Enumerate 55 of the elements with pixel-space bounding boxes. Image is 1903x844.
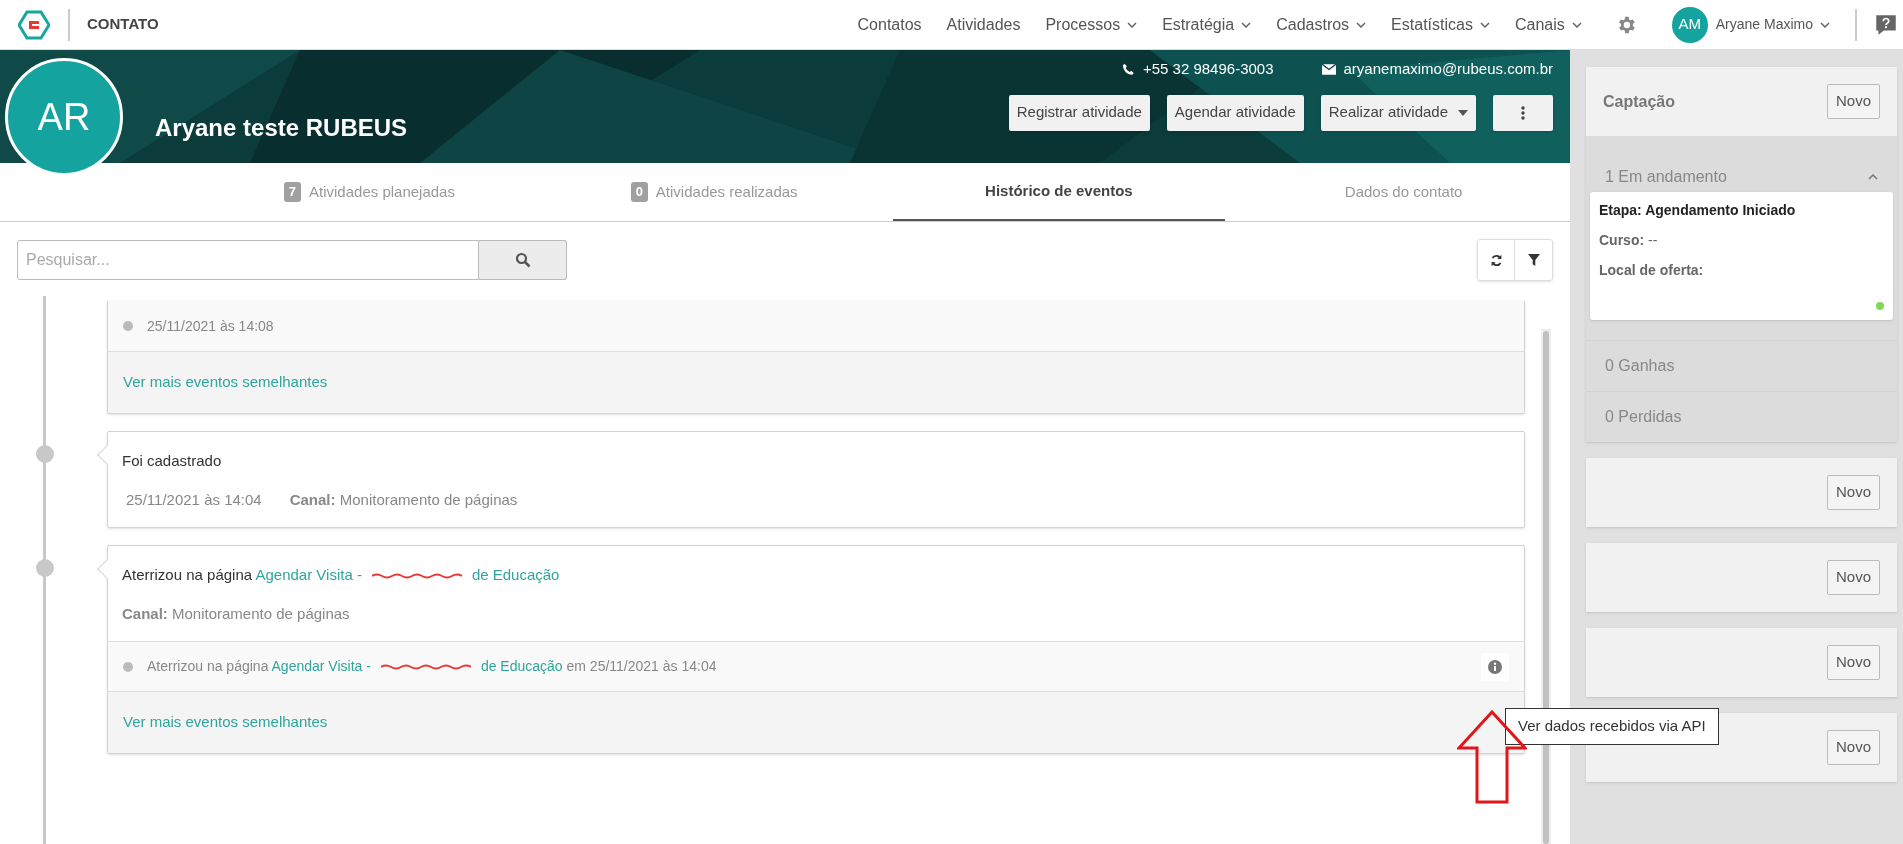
tab-label: Dados do contato <box>1344 181 1463 202</box>
logo-icon[interactable] <box>18 8 50 41</box>
nav-link[interactable]: Estratégia <box>1162 12 1252 37</box>
nav-link[interactable]: Cadastros <box>1276 12 1367 37</box>
pipeline-title: Captação <box>1603 91 1676 112</box>
caret-down-icon <box>1458 109 1468 116</box>
more-button[interactable] <box>1493 94 1553 131</box>
count-badge: 7 <box>283 182 301 202</box>
action-button[interactable]: Registrar atividade <box>1008 94 1150 131</box>
search-icon <box>514 252 531 268</box>
tab-label: Histórico de eventos <box>985 180 1133 201</box>
action-dropdown[interactable]: Realizar atividade <box>1320 94 1476 131</box>
info-icon <box>1488 659 1502 674</box>
new-button[interactable]: Novo <box>1826 560 1880 595</box>
nav-link[interactable]: Estatísticas <box>1391 12 1490 37</box>
event-title: Aterrizou na página Agendar Visita - de Educação <box>121 565 561 585</box>
phone-icon <box>1121 62 1135 76</box>
nav-link[interactable]: Atividades <box>946 12 1021 37</box>
action-button[interactable]: Agendar atividade <box>1166 94 1304 131</box>
new-button[interactable]: Novo <box>1826 730 1880 765</box>
tooltip: Ver dados recebidos via API <box>1505 708 1719 745</box>
chevron-up-icon[interactable] <box>1868 174 1878 180</box>
nav-link[interactable]: Processos <box>1045 12 1138 37</box>
search-button[interactable] <box>479 240 567 280</box>
search-field[interactable]: Pesquisar... <box>17 240 479 280</box>
email-address: aryanemaximo@rubeus.com.br <box>1343 59 1553 79</box>
tab[interactable]: Histórico de eventos <box>892 163 1226 221</box>
field-text: Curso: -- <box>1599 231 1659 250</box>
nav-link[interactable]: Canais <box>1514 12 1582 37</box>
event-title: Foi cadastrado <box>121 451 223 471</box>
history-text: 25/11/2021 às 14:08 <box>147 316 275 336</box>
phone-number: +55 32 98496-3003 <box>1142 59 1274 79</box>
stage-text: Etapa: Agendamento Iniciado <box>1599 201 1797 220</box>
nav-link[interactable]: Contatos <box>857 12 922 37</box>
info-button[interactable] <box>1481 652 1509 681</box>
tab-label: Atividades realizadas <box>655 181 798 202</box>
opportunity-card[interactable]: Etapa: Agendamento Iniciado Curso: -- Local de oferta: <box>1590 192 1893 320</box>
count-badge: 0 <box>630 182 648 202</box>
user-menu[interactable]: Aryane Maximo <box>1715 14 1830 35</box>
event-date: 25/11/2021 às 14:04 <box>126 489 262 510</box>
history-text: Aterrizou na página Agendar Visita - de Educação em 25/11/2021 às 14:04 <box>147 657 718 676</box>
field-text: Local de oferta: <box>1599 261 1705 280</box>
envelope-icon <box>1321 63 1336 75</box>
event-channel: Canal: Monitoramento de páginas <box>289 489 518 510</box>
chevron-down-icon <box>1820 21 1830 28</box>
vertical-dots-icon <box>1521 105 1525 120</box>
filter-icon <box>1527 254 1540 266</box>
event-channel: Canal: Monitoramento de páginas <box>122 603 350 624</box>
contact-name: Aryane teste RUBEUS <box>155 113 408 143</box>
section-title: CONTATO <box>87 14 159 35</box>
new-button[interactable]: Novo <box>1826 475 1880 510</box>
refresh-icon <box>1489 253 1503 267</box>
new-button[interactable]: Novo <box>1826 84 1880 119</box>
new-button[interactable]: Novo <box>1826 645 1880 680</box>
tab-label: Atividades planejadas <box>309 181 455 202</box>
